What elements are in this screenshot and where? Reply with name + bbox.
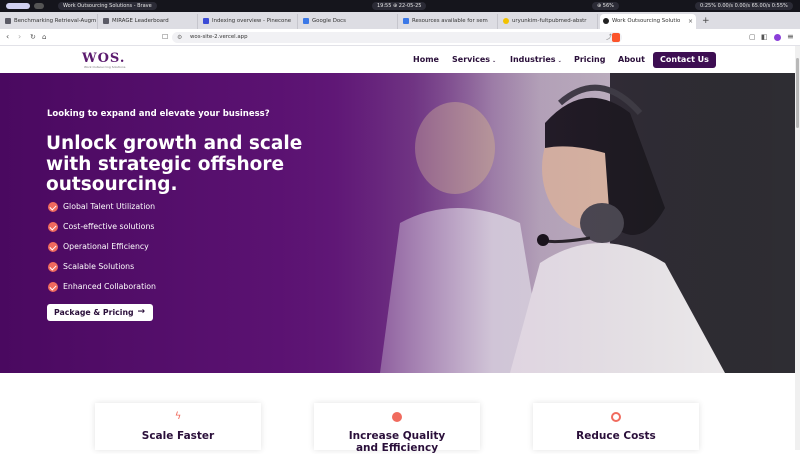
tab-label: Benchmarking Retrieval-Augm xyxy=(14,18,97,24)
check-badge-icon xyxy=(48,262,58,272)
nav-industries[interactable]: Industries ⌄ xyxy=(510,55,562,64)
nav-home[interactable]: Home xyxy=(413,55,439,64)
browser-tab[interactable]: Benchmarking Retrieval-Augm xyxy=(2,14,98,29)
browser-tab-bar: Benchmarking Retrieval-Augm MIRAGE Leade… xyxy=(0,12,800,29)
scrollbar-thumb[interactable] xyxy=(796,58,799,128)
extensions-icon[interactable]: ◧ xyxy=(761,32,768,42)
browser-tab[interactable]: MIRAGE Leaderboard xyxy=(100,14,198,29)
tab-favicon-icon xyxy=(103,18,109,24)
check-badge-icon xyxy=(48,202,58,212)
address-bar-row: ‹ › ↻ ⌂ ☐ ⚙ wos-site-2.vercel.app ⤴ ▢ ◧ … xyxy=(0,29,800,46)
hero-eyebrow: Looking to expand and elevate your busin… xyxy=(47,109,270,119)
resource-monitor: 0:25% 0.00/s 0.00/s 65.00/s 0:55% xyxy=(695,2,793,10)
tab-label: Work Outsourcing Solutio xyxy=(612,18,681,24)
browser-tab[interactable]: Resources available for sem xyxy=(400,14,498,29)
benefit-card: ϟ Scale Faster xyxy=(95,403,261,450)
tab-label: Google Docs xyxy=(312,18,346,24)
site-logo[interactable]: WOS. xyxy=(82,51,125,66)
hero-headline: Unlock growth and scale with strategic o… xyxy=(46,133,303,195)
contact-us-button[interactable]: Contact Us xyxy=(653,52,716,68)
nav-about[interactable]: About xyxy=(618,55,645,64)
tab-favicon-icon xyxy=(203,18,209,24)
back-icon[interactable]: ‹ xyxy=(6,32,9,42)
package-pricing-label: Package & Pricing xyxy=(54,308,134,317)
tab-label: uryunkim-fultpubmed-abstr xyxy=(512,18,587,24)
feature-label: Operational Efficiency xyxy=(63,242,149,251)
wallet-icon[interactable] xyxy=(774,34,781,41)
bookmark-icon[interactable]: ☐ xyxy=(162,32,168,42)
benefit-card: Increase Quality and Efficiency xyxy=(314,403,480,454)
system-bar: Work Outsourcing Solutions - Brave 19:55… xyxy=(0,0,800,12)
lightning-icon: ϟ xyxy=(174,411,182,422)
chevron-down-icon: ⌄ xyxy=(557,58,562,64)
check-badge-icon xyxy=(48,242,58,252)
window-title: Work Outsourcing Solutions - Brave xyxy=(58,2,157,10)
browser-tab[interactable]: Indexing overview - Pinecone xyxy=(200,14,298,29)
feature-label: Scalable Solutions xyxy=(63,262,135,271)
tray-status: ⊕ 56% xyxy=(592,2,619,10)
site-settings-icon[interactable]: ⚙ xyxy=(177,32,182,43)
tab-favicon-icon xyxy=(303,18,309,24)
tab-favicon-icon xyxy=(5,18,11,24)
check-badge-icon xyxy=(48,282,58,292)
workspace-indicator-active[interactable] xyxy=(6,3,30,9)
close-tab-icon[interactable]: × xyxy=(688,14,693,29)
tab-label: Indexing overview - Pinecone xyxy=(212,18,292,24)
card-title: Reduce Costs xyxy=(576,430,656,442)
browser-tab-active[interactable]: Work Outsourcing Solutio × xyxy=(600,14,696,29)
url-text: wos-site-2.vercel.app xyxy=(190,34,248,40)
home-icon[interactable]: ⌂ xyxy=(42,32,46,42)
coins-icon xyxy=(611,412,621,422)
check-badge-icon xyxy=(392,412,402,422)
browser-tab[interactable]: uryunkim-fultpubmed-abstr xyxy=(500,14,598,29)
menu-icon[interactable]: ≡ xyxy=(787,32,794,42)
tab-favicon-icon xyxy=(503,18,509,24)
card-title: Increase Quality and Efficiency xyxy=(348,430,446,454)
nav-pricing[interactable]: Pricing xyxy=(574,55,605,64)
tab-favicon-icon xyxy=(603,18,609,24)
url-field[interactable]: ⚙ wos-site-2.vercel.app ⤴ xyxy=(172,32,622,43)
package-pricing-button[interactable]: Package & Pricing → xyxy=(47,304,153,321)
check-badge-icon xyxy=(48,222,58,232)
feature-label: Cost-effective solutions xyxy=(63,222,155,231)
benefit-card: Reduce Costs xyxy=(533,403,699,450)
nav-industries-label: Industries xyxy=(510,55,556,64)
sidebar-icon[interactable]: ▢ xyxy=(749,32,756,42)
arrow-right-icon: → xyxy=(137,307,145,317)
brave-shields-icon[interactable] xyxy=(612,33,620,42)
nav-services-label: Services xyxy=(452,55,491,64)
forward-icon[interactable]: › xyxy=(18,32,21,42)
tab-label: MIRAGE Leaderboard xyxy=(112,18,169,24)
chevron-down-icon: ⌄ xyxy=(492,58,497,64)
new-tab-icon[interactable]: + xyxy=(702,14,710,29)
workspace-indicator[interactable] xyxy=(34,3,44,9)
browser-tab[interactable]: Google Docs xyxy=(300,14,398,29)
tab-favicon-icon xyxy=(403,18,409,24)
tab-label: Resources available for sem xyxy=(412,18,488,24)
nav-services[interactable]: Services ⌄ xyxy=(452,55,496,64)
feature-label: Global Talent Utilization xyxy=(63,202,156,211)
feature-label: Enhanced Collaboration xyxy=(63,282,157,291)
clock: 19:55 ⊕ 22-05-25 xyxy=(372,2,427,10)
page-scrollbar[interactable] xyxy=(795,46,800,450)
card-title: Scale Faster xyxy=(141,430,215,442)
reload-icon[interactable]: ↻ xyxy=(30,32,36,42)
logo-tagline: Work Outsourcing Solutions xyxy=(84,65,126,69)
